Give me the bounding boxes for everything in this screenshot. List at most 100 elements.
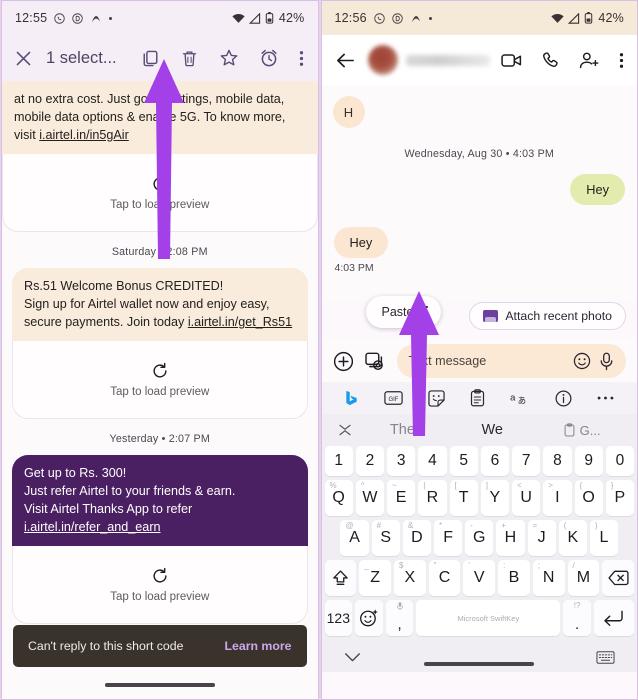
suggestion-2[interactable]: We (447, 422, 537, 438)
gallery-icon[interactable] (364, 352, 386, 371)
message-bubble-outgoing[interactable]: Hey (570, 174, 625, 205)
emoji-sparkle-icon[interactable] (355, 600, 383, 636)
home-indicator[interactable] (104, 683, 215, 687)
key-6[interactable]: 6 (480, 446, 509, 476)
chat-thread[interactable]: H Wednesday, Aug 30 • 4:03 PM Hey Hey 4:… (321, 85, 637, 300)
copy-icon[interactable] (141, 49, 160, 68)
comma-key[interactable]: , (385, 600, 414, 636)
key-9[interactable]: 9 (574, 446, 603, 476)
key-z[interactable]: _ Z (359, 560, 391, 596)
key-r[interactable]: | R (418, 480, 447, 516)
message-link[interactable]: i.airtel.in/refer_and_earn (24, 520, 161, 534)
key-g[interactable]: -G (465, 520, 494, 556)
key-j[interactable]: = J (527, 520, 556, 556)
link-preview-card[interactable]: Tap to load preview (12, 546, 308, 624)
suggestion-1[interactable]: The (358, 422, 448, 438)
kebab-icon[interactable] (425, 305, 429, 319)
key-w[interactable]: ^ W (355, 480, 384, 516)
keyboard-icon[interactable] (596, 650, 615, 664)
space-key[interactable]: Microsoft SwiftKey (416, 600, 561, 636)
attach-recent-photo-chip[interactable]: Attach recent photo (469, 302, 626, 330)
star-icon[interactable] (219, 48, 239, 68)
snackbar-action-button[interactable]: Learn more (225, 639, 292, 653)
key-c[interactable]: " C (428, 560, 461, 596)
key-h[interactable]: + H (496, 520, 525, 556)
key-q[interactable]: % Q (324, 480, 353, 516)
key-1[interactable]: 1 (324, 446, 353, 476)
key-d[interactable]: & D (402, 520, 431, 556)
video-call-icon[interactable] (501, 52, 522, 69)
link-preview-card[interactable]: Tap to load preview (2, 154, 318, 232)
key-4[interactable]: 4 (418, 446, 447, 476)
message-link[interactable]: i.airtel.in/in5gAir (39, 128, 129, 142)
period-key[interactable]: !? . (563, 600, 591, 636)
emoji-icon[interactable] (573, 352, 591, 370)
alarm-icon[interactable] (259, 48, 279, 68)
key-u[interactable]: < U (512, 480, 541, 516)
key-b[interactable]: :B (498, 560, 530, 596)
delete-icon[interactable] (180, 49, 199, 68)
collapse-icon[interactable] (332, 424, 358, 436)
key-f[interactable]: * F (434, 520, 463, 556)
more-icon[interactable] (597, 395, 614, 401)
message-composer: Text message (321, 340, 637, 382)
text-message-input[interactable]: Text message (396, 344, 626, 378)
message-bubble[interactable]: at no extra cost. Just go to settings, m… (2, 81, 318, 154)
message-bubble[interactable]: Rs.51 Welcome Bonus CREDITED! Sign up fo… (12, 268, 308, 341)
key-p[interactable]: } P (605, 480, 634, 516)
gif-icon[interactable]: GIF (384, 391, 403, 405)
contact-name[interactable] (405, 54, 490, 66)
key-l[interactable]: ) L (589, 520, 619, 556)
key-label: Z (370, 569, 380, 586)
avatar[interactable] (367, 45, 398, 75)
home-indicator[interactable] (424, 662, 535, 666)
chevron-down-icon[interactable] (344, 652, 361, 663)
info-icon[interactable] (555, 390, 572, 407)
bing-icon[interactable] (344, 390, 359, 406)
key-v[interactable]: ' V (463, 560, 496, 596)
phone-call-icon[interactable] (541, 51, 560, 70)
enter-icon[interactable] (593, 600, 635, 636)
key-i[interactable]: > I (543, 480, 572, 516)
key-e[interactable]: ~ E (387, 480, 416, 516)
selection-toolbar: 1 select... (2, 35, 318, 81)
paste-popup[interactable]: Paste (365, 296, 442, 328)
overflow-icon[interactable] (619, 51, 624, 70)
key-alt: : (503, 561, 506, 570)
plus-icon[interactable] (333, 351, 354, 372)
overflow-icon[interactable] (299, 49, 304, 68)
key-2[interactable]: 2 (355, 446, 384, 476)
shift-icon[interactable] (324, 560, 357, 596)
key-5[interactable]: 5 (449, 446, 478, 476)
message-thread[interactable]: at no extra cost. Just go to settings, m… (2, 81, 318, 699)
close-icon[interactable] (14, 49, 33, 68)
message-bubble-selected[interactable]: Get up to Rs. 300! Just refer Airtel to … (12, 455, 308, 546)
key-3[interactable]: 3 (387, 446, 416, 476)
back-arrow-icon[interactable] (335, 50, 356, 71)
link-preview-card[interactable]: Tap to load preview (12, 341, 308, 419)
key-s[interactable]: # S (371, 520, 400, 556)
key-y[interactable]: ] Y (480, 480, 509, 516)
key-0[interactable]: 0 (605, 446, 634, 476)
key-o[interactable]: {O (574, 480, 603, 516)
key-t[interactable]: [T (449, 480, 478, 516)
key-a[interactable]: @ A (340, 520, 369, 556)
key-7[interactable]: 7 (512, 446, 541, 476)
key-m[interactable]: / M (567, 560, 600, 596)
battery-percent: 42% (278, 11, 305, 25)
key-8[interactable]: 8 (543, 446, 572, 476)
suggestion-3[interactable]: G... (537, 423, 627, 438)
backspace-icon[interactable] (602, 560, 634, 596)
translate-icon[interactable]: aあ (510, 390, 530, 406)
add-person-icon[interactable] (579, 51, 600, 70)
sticker-icon[interactable] (428, 389, 445, 407)
message-link[interactable]: i.airtel.in/get_Rs51 (188, 315, 292, 329)
airtel-icon (90, 13, 102, 24)
key-k[interactable]: (K (558, 520, 587, 556)
numeric-key[interactable]: 123 (324, 600, 353, 636)
key-n[interactable]: ; N (532, 560, 565, 596)
clipboard-icon[interactable] (470, 389, 485, 407)
mic-icon[interactable] (599, 352, 614, 371)
key-x[interactable]: $ X (393, 560, 426, 596)
message-bubble-incoming[interactable]: Hey (333, 227, 389, 258)
